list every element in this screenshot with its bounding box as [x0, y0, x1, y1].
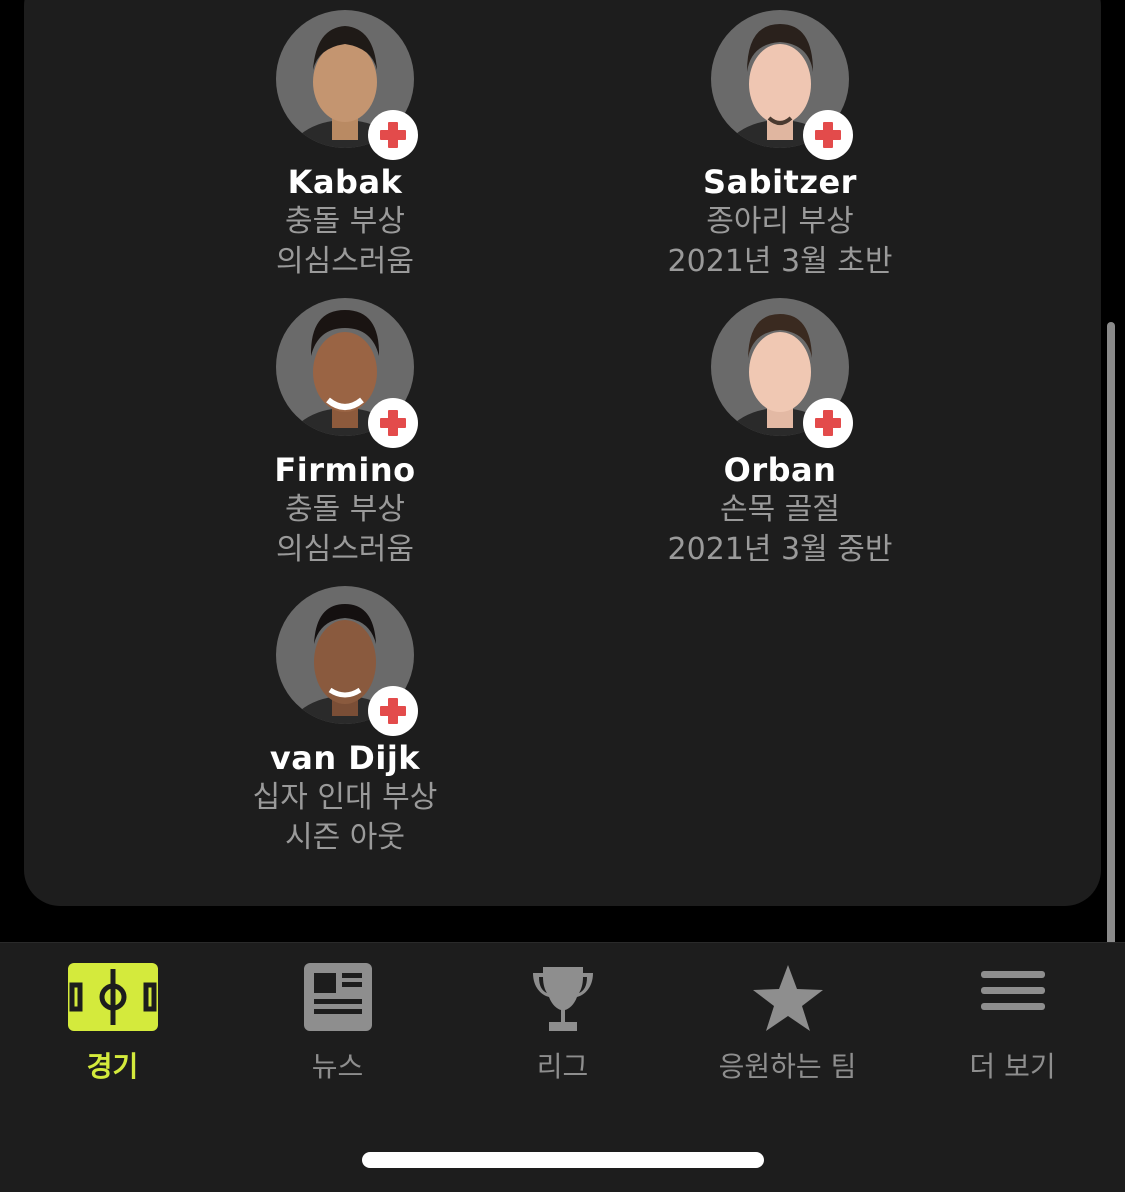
tab-label: 응원하는 팀 [718, 1050, 857, 1083]
player-name: van Dijk [269, 739, 421, 777]
tab-label: 경기 [86, 1050, 139, 1083]
tab-label: 뉴스 [311, 1050, 364, 1083]
trophy-icon [529, 963, 597, 1039]
pitch-icon [67, 963, 158, 1035]
injury-type: 종아리 부상 [706, 204, 854, 239]
tab-following[interactable]: 응원하는 팀 [675, 943, 900, 1093]
menu-icon [980, 963, 1045, 1023]
tab-leagues[interactable]: 리그 [450, 943, 675, 1093]
player-avatar-wrap [276, 298, 418, 448]
tab-label: 리그 [536, 1050, 589, 1083]
injury-badge [368, 110, 418, 160]
tab-news[interactable]: 뉴스 [225, 943, 450, 1093]
player-card[interactable]: van Dijk 십자 인대 부상 시즌 아웃 [135, 586, 555, 858]
injury-badge [368, 686, 418, 736]
return-status: 2021년 3월 초반 [667, 244, 893, 279]
home-indicator[interactable] [362, 1152, 764, 1168]
injury-type: 충돌 부상 [285, 204, 405, 239]
player-avatar-wrap [276, 586, 418, 736]
player-name: Sabitzer [703, 163, 857, 201]
scrollbar[interactable] [1107, 322, 1115, 962]
player-avatar-wrap [276, 10, 418, 160]
player-name: Kabak [287, 163, 403, 201]
star-icon [752, 963, 824, 1037]
player-card[interactable]: Orban 손목 골절 2021년 3월 중반 [570, 298, 990, 570]
tab-more[interactable]: 더 보기 [900, 943, 1125, 1093]
medical-cross-icon [380, 698, 406, 724]
player-card[interactable]: Kabak 충돌 부상 의심스러움 [135, 10, 555, 282]
return-status: 의심스러움 [276, 532, 414, 567]
injury-badge [803, 110, 853, 160]
player-card[interactable]: Firmino 충돌 부상 의심스러움 [135, 298, 555, 570]
injury-type: 십자 인대 부상 [252, 780, 438, 815]
injury-badge [368, 398, 418, 448]
medical-cross-icon [380, 410, 406, 436]
return-status: 2021년 3월 중반 [667, 532, 893, 567]
medical-cross-icon [815, 410, 841, 436]
newspaper-icon [303, 963, 372, 1035]
medical-cross-icon [815, 122, 841, 148]
player-avatar-wrap [711, 10, 853, 160]
return-status: 시즌 아웃 [285, 820, 405, 855]
player-name: Firmino [274, 451, 416, 489]
injury-badge [803, 398, 853, 448]
injury-type: 충돌 부상 [285, 492, 405, 527]
player-card[interactable]: Sabitzer 종아리 부상 2021년 3월 초반 [570, 10, 990, 282]
player-avatar-wrap [711, 298, 853, 448]
return-status: 의심스러움 [276, 244, 414, 279]
tab-label: 더 보기 [969, 1050, 1056, 1083]
tab-matches[interactable]: 경기 [0, 943, 225, 1093]
player-name: Orban [723, 451, 837, 489]
injury-type: 손목 골절 [720, 492, 840, 527]
medical-cross-icon [380, 122, 406, 148]
